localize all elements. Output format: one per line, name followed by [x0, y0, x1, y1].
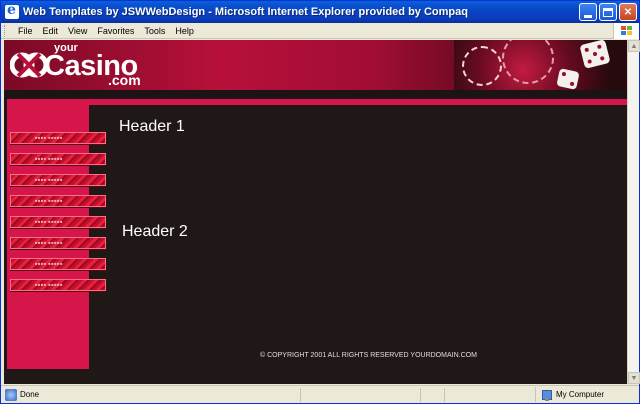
- nav-button[interactable]: ■■■■ ■■■■■: [10, 258, 106, 270]
- chip-image: [502, 40, 554, 84]
- nav-button[interactable]: ■■■■ ■■■■■: [10, 237, 106, 249]
- ie-icon: [5, 2, 19, 19]
- status-cell: [420, 387, 444, 402]
- status-text: Done: [20, 390, 40, 399]
- zone-label: My Computer: [556, 390, 605, 399]
- nav-button[interactable]: ■■■■ ■■■■■: [10, 174, 106, 186]
- header-1: Header 1: [119, 118, 185, 135]
- menu-bar: File Edit View Favorites Tools Help: [1, 23, 639, 39]
- dice-image: [556, 68, 580, 90]
- status-bar: Done My Computer: [1, 385, 639, 403]
- casino-logo-icon: [10, 52, 48, 78]
- main-content: [89, 105, 627, 384]
- nav-button[interactable]: ■■■■ ■■■■■: [10, 195, 106, 207]
- windows-logo: [613, 23, 639, 39]
- status-cell: [444, 387, 468, 402]
- my-computer-icon: [542, 389, 552, 401]
- nav-button[interactable]: ■■■■ ■■■■■: [10, 132, 106, 144]
- page-status-icon: [5, 388, 17, 401]
- scroll-up-arrow-icon[interactable]: ▲: [628, 40, 640, 52]
- scroll-down-arrow-icon[interactable]: ▼: [628, 372, 640, 384]
- ie-window: Web Templates by JSWWebDesign - Microsof…: [0, 0, 640, 404]
- toolbar-grip[interactable]: [4, 24, 7, 37]
- copyright-text: © COPYRIGHT 2001 ALL RIGHTS RESERVED YOU…: [260, 352, 477, 359]
- page-viewport: your Casino .com ■■■■ ■■■■■ ■■■■ ■■■■■ ■…: [4, 40, 627, 384]
- vertical-scrollbar[interactable]: ▲ ▼: [627, 40, 640, 384]
- header-2: Header 2: [122, 223, 188, 240]
- menu-file[interactable]: File: [13, 26, 38, 36]
- menu-edit[interactable]: Edit: [38, 26, 64, 36]
- nav-button[interactable]: ■■■■ ■■■■■: [10, 216, 106, 228]
- menu-favorites[interactable]: Favorites: [92, 26, 139, 36]
- close-icon: ✕: [623, 6, 633, 18]
- nav-button[interactable]: ■■■■ ■■■■■: [10, 279, 106, 291]
- menu-tools[interactable]: Tools: [139, 26, 170, 36]
- minimize-icon: [584, 14, 592, 18]
- maximize-button[interactable]: [599, 3, 617, 21]
- security-zone: My Computer: [535, 387, 639, 402]
- logo-com-text: .com: [108, 72, 141, 88]
- menu-view[interactable]: View: [63, 26, 92, 36]
- maximize-icon: [603, 7, 613, 17]
- dice-image: [579, 40, 611, 69]
- windows-flag-icon: [620, 25, 633, 37]
- menu-help[interactable]: Help: [170, 26, 199, 36]
- minimize-button[interactable]: [579, 3, 597, 21]
- window-title: Web Templates by JSWWebDesign - Microsof…: [23, 6, 468, 18]
- status-cell: [300, 387, 420, 402]
- chip-image: [462, 46, 502, 86]
- close-button[interactable]: ✕: [619, 3, 637, 21]
- title-bar[interactable]: Web Templates by JSWWebDesign - Microsof…: [1, 1, 639, 23]
- casino-photo: [454, 40, 627, 90]
- casino-banner: your Casino .com: [4, 40, 627, 90]
- nav-button[interactable]: ■■■■ ■■■■■: [10, 153, 106, 165]
